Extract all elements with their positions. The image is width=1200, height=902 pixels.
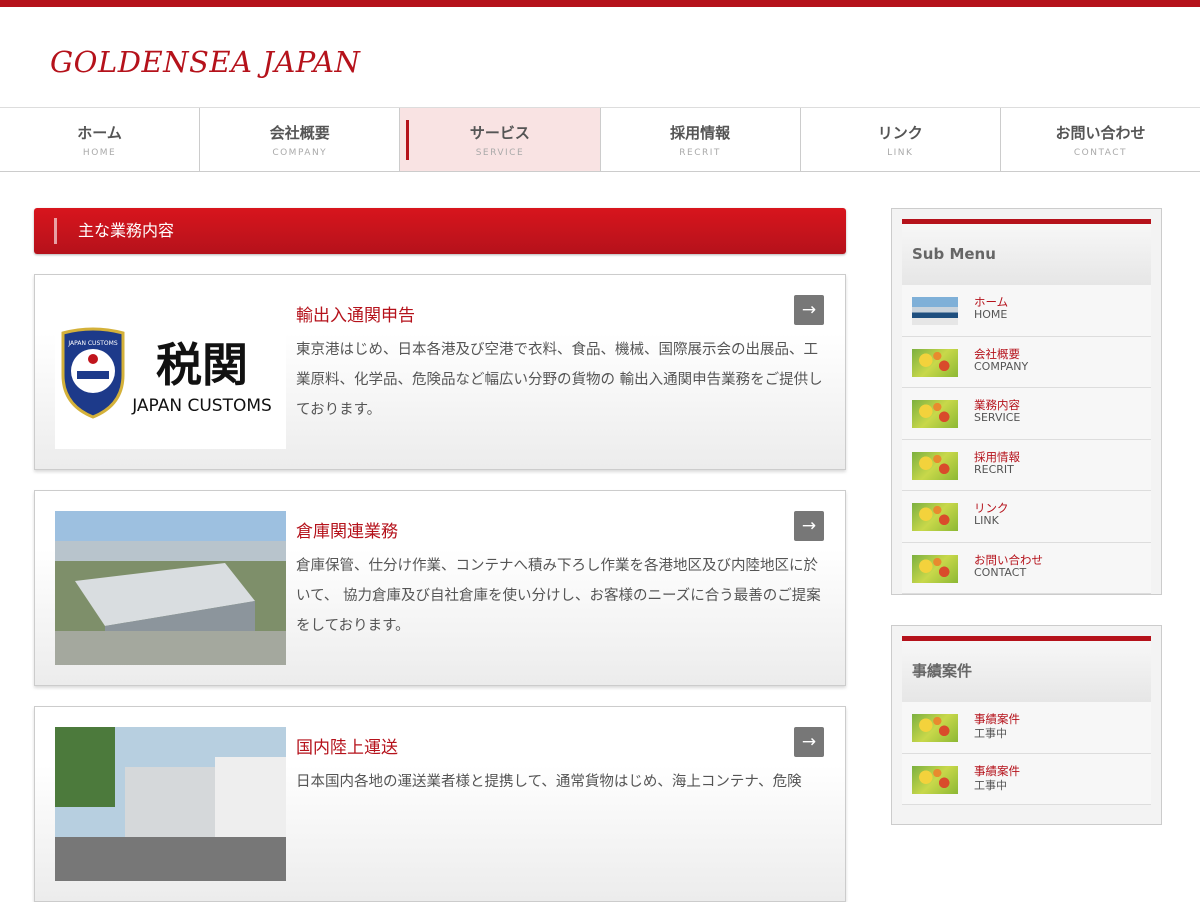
- case-status: 工事中: [974, 727, 1007, 740]
- nav-label: お問い合わせ: [1055, 124, 1146, 142]
- nav-label: ホーム: [77, 124, 122, 142]
- warehouse-image-icon: [55, 511, 286, 665]
- submenu-item-link[interactable]: リンク LINK: [902, 491, 1151, 543]
- submenu-sublabel: CONTACT: [974, 565, 1027, 579]
- arrow-right-icon[interactable]: →: [794, 295, 824, 325]
- flower-thumbnail: [912, 765, 958, 794]
- submenu-item-recruit[interactable]: 採用情報 RECRIT: [902, 439, 1151, 491]
- customs-badge-icon: JAPAN CUSTOMS 税関 JAPAN CUSTOMS: [61, 327, 272, 419]
- nav-item-contact[interactable]: お問い合わせ CONTACT: [1001, 108, 1200, 171]
- nav-label: 採用情報: [670, 124, 731, 142]
- nav-sublabel: SERVICE: [475, 148, 525, 158]
- nav-item-service[interactable]: サービス SERVICE: [400, 108, 601, 171]
- card-description: 日本国内各地の運送業者様と提携して、通常貨物はじめ、海上コンテナ、危険: [296, 774, 802, 790]
- harbor-thumbnail: [912, 297, 958, 325]
- nav-item-company[interactable]: 会社概要 COMPANY: [200, 108, 401, 171]
- card-description: 倉庫保管、仕分け作業、コンテナへ積み下ろし作業を各港地区及び内陸地区に於いて、 …: [296, 558, 821, 634]
- service-card-customs: JAPAN CUSTOMS 税関 JAPAN CUSTOMS 輸出入通関申告 東…: [34, 274, 846, 470]
- service-card-transport: 国内陸上運送 日本国内各地の運送業者様と提携して、通常貨物はじめ、海上コンテナ、…: [34, 706, 846, 902]
- truck-image-icon: [55, 727, 286, 881]
- submenu-sublabel: RECRIT: [974, 462, 1014, 476]
- nav-label: 会社概要: [269, 124, 330, 142]
- site-header: GOLDENSEA JAPAN: [0, 7, 1200, 108]
- flower-thumbnail: [912, 714, 958, 742]
- nav-sublabel: CONTACT: [1073, 148, 1128, 158]
- submenu-item-contact[interactable]: お問い合わせ CONTACT: [902, 542, 1151, 594]
- submenu-title: Sub Menu: [902, 219, 1151, 285]
- flower-thumbnail: [912, 400, 958, 428]
- main-nav: ホーム HOME 会社概要 COMPANY サービス SERVICE 採用情報 RECR…: [0, 108, 1200, 172]
- nav-label: リンク: [877, 124, 923, 142]
- arrow-right-icon[interactable]: →: [794, 511, 824, 541]
- submenu-item-company[interactable]: 会社概要 COMPANY: [902, 336, 1151, 388]
- nav-sublabel: LINK: [887, 148, 914, 158]
- customs-kanji-text: 税関: [156, 338, 248, 392]
- arrow-right-icon[interactable]: →: [794, 727, 824, 757]
- section-title: 主な業務内容: [34, 208, 846, 254]
- cases-title: 事績案件: [902, 636, 1151, 702]
- nav-sublabel: RECRIT: [679, 148, 721, 158]
- submenu-item-home[interactable]: ホーム HOME: [902, 285, 1151, 337]
- sidebar-submenu: Sub Menu ホーム HOME 会社概要 COMPANY 業務内容 SERV…: [891, 208, 1162, 595]
- nav-sublabel: COMPANY: [272, 148, 328, 158]
- badge-text: JAPAN CUSTOMS: [67, 340, 117, 347]
- customs-logo-image: JAPAN CUSTOMS 税関 JAPAN CUSTOMS: [55, 295, 286, 449]
- case-item[interactable]: 事績案件 工事中: [902, 702, 1151, 754]
- card-title[interactable]: 国内陸上運送: [296, 733, 398, 758]
- submenu-sublabel: HOME: [974, 308, 1008, 321]
- nav-sublabel: HOME: [82, 148, 117, 158]
- card-title[interactable]: 倉庫関連業務: [296, 517, 398, 542]
- submenu-sublabel: LINK: [974, 514, 999, 527]
- submenu-item-service[interactable]: 業務内容 SERVICE: [902, 388, 1151, 440]
- customs-english-text: JAPAN CUSTOMS: [131, 396, 272, 416]
- submenu-sublabel: SERVICE: [974, 411, 1021, 424]
- flower-thumbnail: [912, 451, 958, 480]
- flower-thumbnail: [912, 348, 958, 377]
- nav-label: サービス: [469, 124, 530, 142]
- submenu-sublabel: COMPANY: [974, 359, 1029, 373]
- case-status: 工事中: [974, 778, 1007, 792]
- truck-photo: [55, 727, 286, 881]
- warehouse-photo: [55, 511, 286, 665]
- site-logo[interactable]: GOLDENSEA JAPAN: [50, 45, 360, 79]
- case-item[interactable]: 事績案件 工事中: [902, 753, 1151, 805]
- flower-thumbnail: [912, 503, 958, 531]
- nav-item-link[interactable]: リンク LINK: [801, 108, 1001, 171]
- card-description: 東京港はじめ、日本各港及び空港で衣料、食品、機械、国際展示会の出展品、工業原料、…: [296, 342, 823, 418]
- nav-item-home[interactable]: ホーム HOME: [0, 108, 201, 171]
- main-content: 主な業務内容 JAPAN CUSTOMS 税関 JAPAN CUSTOMS 輸出…: [34, 208, 846, 902]
- service-card-warehouse: 倉庫関連業務 倉庫保管、仕分け作業、コンテナへ積み下ろし作業を各港地区及び内陸地…: [34, 490, 846, 686]
- sidebar-cases: 事績案件 事績案件 工事中 事績案件 工事中: [891, 625, 1162, 825]
- flower-thumbnail: [912, 554, 958, 583]
- card-title[interactable]: 輸出入通関申告: [296, 301, 415, 326]
- nav-item-recruit[interactable]: 採用情報 RECRIT: [601, 108, 801, 171]
- top-accent-bar: [0, 0, 1200, 7]
